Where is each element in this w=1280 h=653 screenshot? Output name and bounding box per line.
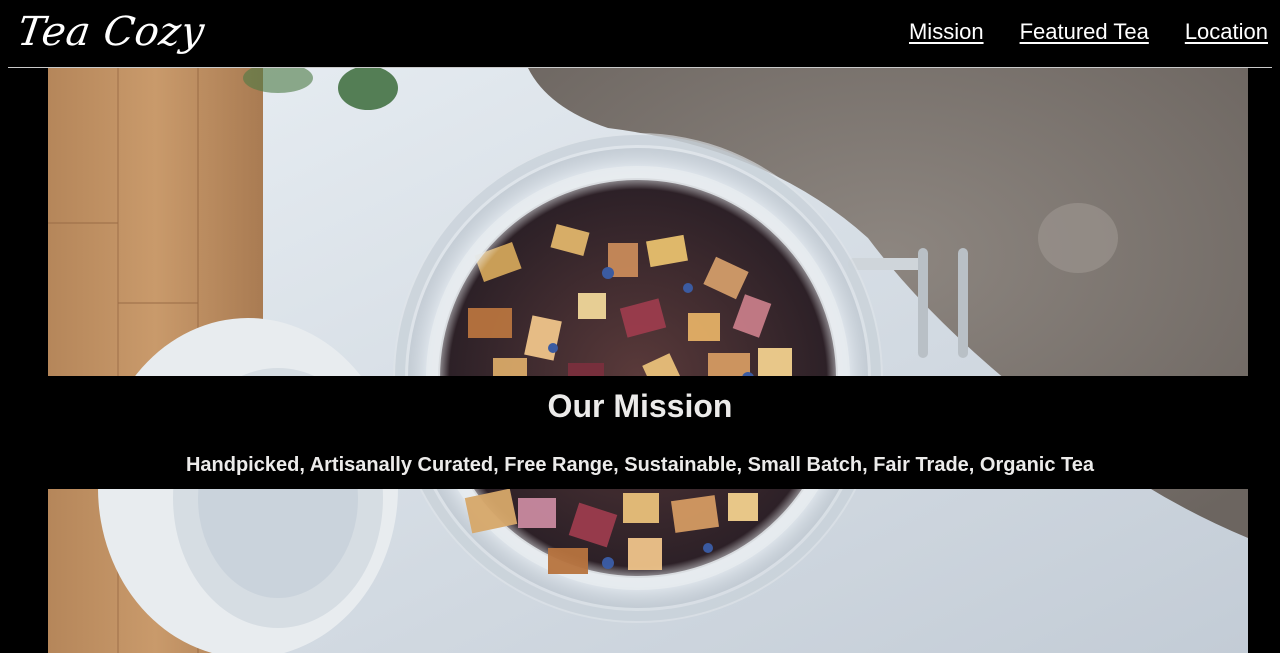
header-divider — [8, 67, 1272, 68]
hero-image — [48, 68, 1248, 653]
nav-link-mission[interactable]: Mission — [909, 18, 984, 46]
main-nav: Mission Featured Tea Location — [909, 18, 1268, 46]
nav-link-featured-tea[interactable]: Featured Tea — [1020, 18, 1149, 46]
mission-title: Our Mission — [547, 388, 733, 424]
nav-link-location[interactable]: Location — [1185, 18, 1268, 46]
site-header: Tea Cozy Mission Featured Tea Location — [0, 0, 1280, 67]
mission-subtitle: Handpicked, Artisanally Curated, Free Ra… — [185, 454, 1095, 476]
page: Tea Cozy Mission Featured Tea Location O… — [0, 0, 1280, 653]
logo[interactable]: Tea Cozy — [14, 4, 208, 60]
mission-section: Our Mission Handpicked, Artisanally Cura… — [0, 376, 1280, 489]
tea-jar-photo — [48, 68, 1248, 653]
